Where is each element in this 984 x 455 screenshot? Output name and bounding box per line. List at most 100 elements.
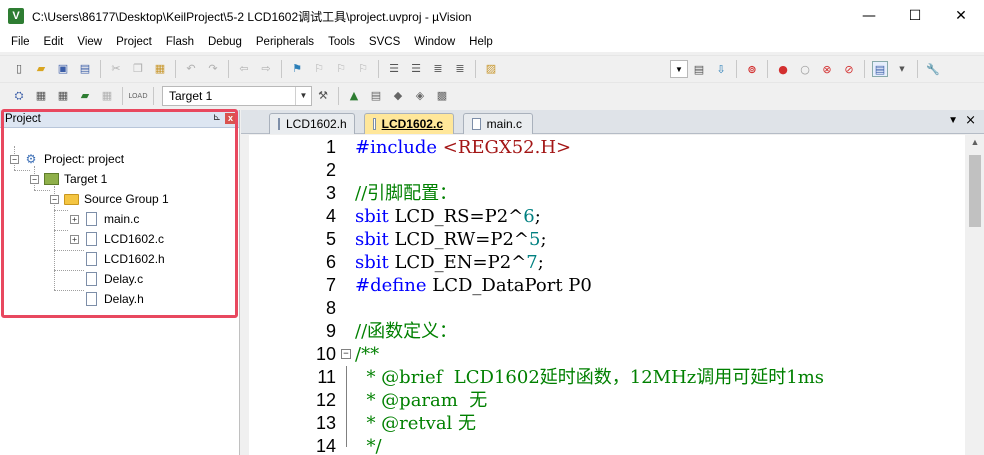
- bookmark-icon[interactable]: ⚑: [289, 61, 305, 77]
- redo-icon[interactable]: ↷: [205, 61, 221, 77]
- save-all-icon[interactable]: ▤: [77, 61, 93, 77]
- code-editor[interactable]: 1 #include <REGX52.H> 2 3 //引脚配置： 4 sbit LCD_R…: [249, 135, 965, 455]
- close-window-button[interactable]: ✕: [938, 0, 984, 32]
- tab-lcd1602-h[interactable]: LCD1602.h: [269, 113, 355, 134]
- tree-item-source-group[interactable]: − Source Group 1: [50, 190, 169, 208]
- manage-multi-project-icon[interactable]: ▤: [368, 88, 384, 104]
- menu-flash[interactable]: Flash: [159, 32, 201, 52]
- tree-item-project[interactable]: − ⚙ Project: project: [10, 150, 124, 168]
- menu-svcs[interactable]: SVCS: [362, 32, 407, 52]
- disable-all-breakpoints-icon[interactable]: ⊗: [819, 61, 835, 77]
- scroll-up-icon[interactable]: ▲: [966, 137, 984, 153]
- tree-item-file[interactable]: Delay.h: [70, 290, 144, 308]
- code-line[interactable]: 11 * @brief LCD1602延时函数，12MHz调用可延时1ms: [249, 366, 965, 389]
- batch-build-icon[interactable]: ▰: [77, 88, 93, 104]
- code-line[interactable]: 1 #include <REGX52.H>: [249, 136, 965, 159]
- prev-bookmark-icon[interactable]: ⚐: [311, 61, 327, 77]
- tree-item-file[interactable]: + LCD1602.c: [70, 230, 164, 248]
- fold-collapse-icon[interactable]: −: [341, 349, 351, 359]
- code-line[interactable]: 10−/**: [249, 343, 965, 366]
- uvision-app-icon: V: [8, 8, 24, 24]
- tree-item-file[interactable]: LCD1602.h: [70, 250, 165, 268]
- cut-icon[interactable]: ✂: [108, 61, 124, 77]
- menu-peripherals[interactable]: Peripherals: [249, 32, 321, 52]
- code-line[interactable]: 14 */: [249, 435, 965, 455]
- code-line[interactable]: 3 //引脚配置：: [249, 182, 965, 205]
- comment-icon[interactable]: ≣: [430, 61, 446, 77]
- code-line[interactable]: 8: [249, 297, 965, 320]
- minimize-button[interactable]: —: [846, 0, 892, 32]
- menu-edit[interactable]: Edit: [37, 32, 71, 52]
- paste-icon[interactable]: ▦: [152, 61, 168, 77]
- tree-item-file[interactable]: + main.c: [70, 210, 139, 228]
- download-icon[interactable]: LOAD: [128, 88, 147, 104]
- undo-icon[interactable]: ↶: [183, 61, 199, 77]
- stop-build-icon[interactable]: ▦: [99, 88, 115, 104]
- expand-icon[interactable]: +: [70, 214, 79, 224]
- incremental-find-icon[interactable]: ⇩: [713, 61, 729, 77]
- debug-session-icon[interactable]: ⊚: [744, 61, 760, 77]
- unindent-icon[interactable]: ☰: [408, 61, 424, 77]
- next-bookmark-icon[interactable]: ⚐: [333, 61, 349, 77]
- indent-icon[interactable]: ☰: [386, 61, 402, 77]
- kill-all-breakpoints-icon[interactable]: ⊘: [841, 61, 857, 77]
- menu-window[interactable]: Window: [407, 32, 462, 52]
- select-packs-icon[interactable]: ◈: [412, 88, 428, 104]
- tree-item-file[interactable]: Delay.c: [70, 270, 143, 288]
- menu-project[interactable]: Project: [109, 32, 159, 52]
- scrollbar-thumb[interactable]: [969, 155, 981, 227]
- clear-bookmarks-icon[interactable]: ⚐: [355, 61, 371, 77]
- navigate-forward-icon[interactable]: ⇨: [258, 61, 274, 77]
- navigate-back-icon[interactable]: ⇦: [236, 61, 252, 77]
- new-file-icon[interactable]: ▯: [11, 61, 27, 77]
- uncomment-icon[interactable]: ≣: [452, 61, 468, 77]
- collapse-icon[interactable]: −: [10, 154, 19, 164]
- rebuild-icon[interactable]: ▦: [55, 88, 71, 104]
- window-layout-dropdown-icon[interactable]: ▼: [894, 61, 910, 77]
- open-folder-icon[interactable]: ▰: [33, 61, 49, 77]
- build-icon[interactable]: ▦: [33, 88, 49, 104]
- tab-list-dropdown-icon[interactable]: ▼: [948, 115, 958, 126]
- menu-help[interactable]: Help: [462, 32, 500, 52]
- manage-run-time-icon[interactable]: ◆: [390, 88, 406, 104]
- pack-installer-icon[interactable]: ▩: [434, 88, 450, 104]
- maximize-button[interactable]: ☐: [892, 0, 938, 32]
- code-line[interactable]: 5 sbit LCD_RW=P2^5;: [249, 228, 965, 251]
- tab-main-c[interactable]: main.c: [463, 113, 533, 134]
- code-line[interactable]: 2: [249, 159, 965, 182]
- insert-breakpoint-icon[interactable]: ●: [775, 61, 791, 77]
- find-in-files-icon[interactable]: ▨: [483, 61, 499, 77]
- menu-view[interactable]: View: [70, 32, 109, 52]
- expand-icon[interactable]: +: [70, 234, 79, 244]
- collapse-icon[interactable]: −: [30, 174, 39, 184]
- collapse-icon[interactable]: −: [50, 194, 59, 204]
- find-icon[interactable]: ▤: [691, 61, 707, 77]
- find-combo-arrow[interactable]: ▼: [670, 60, 688, 78]
- translate-icon[interactable]: ⛭: [11, 88, 27, 104]
- copy-icon[interactable]: ❐: [130, 61, 146, 77]
- code-token: #include: [355, 137, 443, 158]
- code-line[interactable]: 12 * @param 无: [249, 389, 965, 412]
- menu-tools[interactable]: Tools: [321, 32, 362, 52]
- code-line[interactable]: 4 sbit LCD_RS=P2^6;: [249, 205, 965, 228]
- manage-project-items-icon[interactable]: ▲: [346, 88, 362, 104]
- vertical-scrollbar[interactable]: ▲: [966, 135, 984, 455]
- target-options-icon[interactable]: ⚒: [315, 88, 331, 104]
- target-select[interactable]: Target 1 ▼: [162, 85, 312, 106]
- tab-lcd1602-c[interactable]: LCD1602.c: [364, 113, 454, 134]
- close-panel-button[interactable]: x: [225, 113, 236, 124]
- disable-breakpoint-icon[interactable]: ○: [797, 61, 813, 77]
- menu-debug[interactable]: Debug: [201, 32, 249, 52]
- code-line[interactable]: 6 sbit LCD_EN=P2^7;: [249, 251, 965, 274]
- window-layout-icon[interactable]: ▤: [872, 61, 888, 77]
- code-line[interactable]: 7 #define LCD_DataPort P0: [249, 274, 965, 297]
- save-icon[interactable]: ▣: [55, 61, 71, 77]
- menu-file[interactable]: File: [4, 32, 37, 52]
- code-line[interactable]: 13 * @retval 无: [249, 412, 965, 435]
- code-line[interactable]: 9 //函数定义：: [249, 320, 965, 343]
- close-tab-icon[interactable]: ×: [965, 113, 976, 128]
- tree-item-target[interactable]: − Target 1: [30, 170, 107, 188]
- file-icon: [83, 212, 99, 226]
- pin-icon[interactable]: ⊾: [213, 112, 221, 123]
- configure-icon[interactable]: 🔧: [925, 61, 941, 77]
